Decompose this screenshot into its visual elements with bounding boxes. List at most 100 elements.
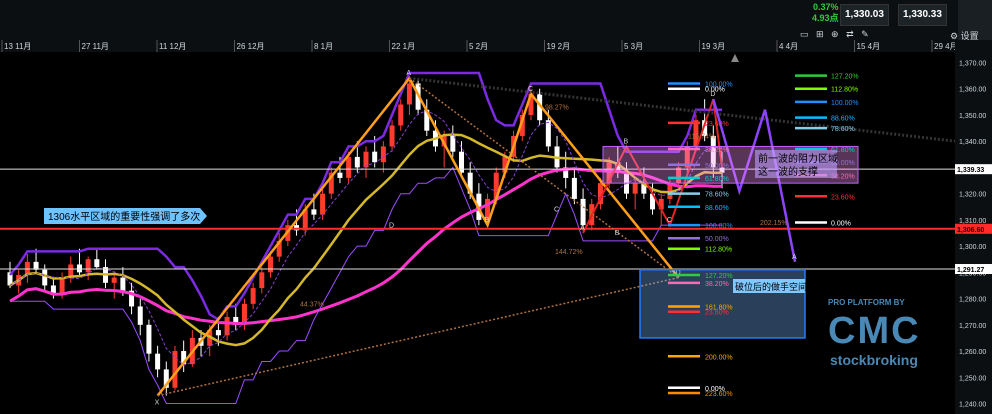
candle-body	[42, 269, 48, 286]
pattern-point-label: A	[580, 225, 585, 232]
y-tick-label: 1,370.00	[959, 60, 986, 67]
chart-window: 0.37% 4.93点 1,330.03 1,330.33 ▭ ⊞ ⊕ ⇄ ✎ …	[0, 0, 992, 414]
fib-level-label-right: 100.00%	[831, 100, 859, 107]
annotation-breakout: 破位后的做手空间	[735, 281, 807, 292]
candle-body	[120, 277, 126, 291]
watermark-logo: CMC	[828, 310, 921, 352]
y-tick-label: 1,260.00	[959, 349, 986, 356]
fib-level-label: 127.20%	[705, 273, 733, 280]
candle-body	[632, 183, 638, 194]
fib-level-label: 88.60%	[705, 205, 729, 212]
x-tick-label: 5 2月	[469, 42, 488, 51]
y-tick-label: 1,280.00	[959, 297, 986, 304]
price-tag-label: 1,291.27	[957, 267, 984, 274]
candle-body	[172, 351, 178, 388]
y-tick-label: 1,240.00	[959, 402, 986, 409]
candle-body	[380, 146, 386, 163]
candle-body	[545, 120, 551, 147]
fib-level-label-right: 127.20%	[831, 74, 859, 81]
pattern-point-label: C	[667, 217, 672, 224]
fib-level-label-right: 0.00%	[831, 221, 851, 228]
candle-body	[259, 272, 265, 289]
ratio-label: 98.27%	[545, 105, 569, 112]
x-tick-label: 11 12月	[159, 42, 186, 51]
fib-level-label: 61.80%	[705, 176, 729, 183]
candle-body	[146, 324, 152, 354]
y-tick-label: 1,300.00	[959, 244, 986, 251]
candle-body	[267, 256, 273, 273]
candle-body	[137, 306, 143, 325]
pattern-point-label: D	[389, 222, 394, 229]
y-tick-label: 1,340.00	[959, 139, 986, 146]
annotation-zone-line2: 这一波的支撑	[758, 165, 818, 178]
y-tick-label: 1,320.00	[959, 192, 986, 199]
candle-body	[580, 198, 586, 226]
fib-level-label: 223.60%	[705, 391, 733, 398]
candle-body	[215, 330, 221, 336]
y-tick-label: 1,350.00	[959, 113, 986, 120]
ratio-label: 115.74%	[688, 134, 715, 141]
pattern-point-label: A	[406, 70, 411, 77]
pattern-point-label: C	[554, 207, 559, 214]
candle-body	[354, 156, 360, 168]
ratio-label: 144.72%	[555, 249, 583, 256]
pattern-point-label: B	[485, 217, 490, 224]
candle-body	[389, 125, 395, 147]
annotation-horizontal-support: 1306水平区域的重要性强调了多次	[48, 210, 200, 223]
pattern-point-label: B	[615, 230, 620, 237]
fib-level-label: 100.00%	[705, 223, 733, 230]
ratio-label: 202.15%	[760, 220, 788, 227]
pattern-point-label: B	[623, 138, 628, 145]
candle-body	[111, 277, 117, 283]
fib-level-label: 38.20%	[705, 281, 729, 288]
fib-level-label: 23.60%	[705, 310, 729, 317]
candle-body	[398, 104, 404, 126]
x-tick-label: 19 3月	[702, 42, 726, 51]
fib-level-label: 200.00%	[705, 354, 733, 361]
candle-body	[337, 172, 343, 178]
fib-level-label: 50.00%	[705, 163, 729, 170]
x-tick-label: 8 1月	[314, 42, 333, 51]
candle-body	[346, 156, 352, 178]
pattern-point-label: A	[792, 254, 797, 261]
fib-level-label-right: 88.60%	[831, 116, 855, 123]
candle-body	[76, 264, 82, 273]
pattern-point-label: X	[155, 400, 160, 407]
candle-body	[155, 353, 161, 370]
candle-body	[85, 259, 91, 273]
x-tick-label: 29 4月	[934, 42, 958, 51]
x-tick-label: 26 12月	[237, 42, 265, 51]
price-tag-label: 1,306.60	[957, 227, 984, 234]
candle-body	[372, 151, 378, 163]
plot-area	[0, 52, 955, 414]
candle-body	[59, 277, 65, 294]
annotation-zone-line1: 前一波的阻力区域	[758, 152, 838, 165]
fib-level-label-right: 112.80%	[831, 87, 858, 94]
y-tick-label: 1,250.00	[959, 375, 986, 382]
fib-level-label-right: 78.60%	[831, 126, 855, 133]
watermark-line1: PRO PLATFORM BY	[828, 298, 905, 307]
candle-body	[250, 288, 256, 304]
fib-level-label-right: 23.60%	[831, 194, 855, 201]
candle-body	[311, 209, 317, 215]
price-tag-label: 1,339.33	[957, 167, 984, 174]
x-tick-label: 15 4月	[857, 42, 881, 51]
x-tick-label: 27 11月	[82, 42, 109, 51]
candle-body	[406, 83, 412, 105]
candle-body	[571, 177, 577, 199]
fib-level-label: 78.60%	[705, 192, 729, 199]
fib-level-label: 0.00%	[705, 87, 725, 94]
candle-body	[224, 316, 230, 336]
fib-level-label: 23.60%	[705, 121, 729, 128]
fib-level-label: 112.80%	[705, 247, 732, 254]
x-tick-label: 13 11月	[4, 42, 31, 51]
candle-body	[94, 259, 100, 268]
candle-body	[320, 193, 326, 215]
x-tick-label: 4 4月	[779, 42, 798, 51]
x-tick-label: 22 1月	[392, 42, 416, 51]
fib-level-label: 50.00%	[705, 236, 729, 243]
y-tick-label: 1,270.00	[959, 323, 986, 330]
y-tick-label: 1,360.00	[959, 87, 986, 94]
watermark-line3: stockbroking	[830, 352, 918, 368]
x-tick-label: 5 3月	[624, 42, 643, 51]
